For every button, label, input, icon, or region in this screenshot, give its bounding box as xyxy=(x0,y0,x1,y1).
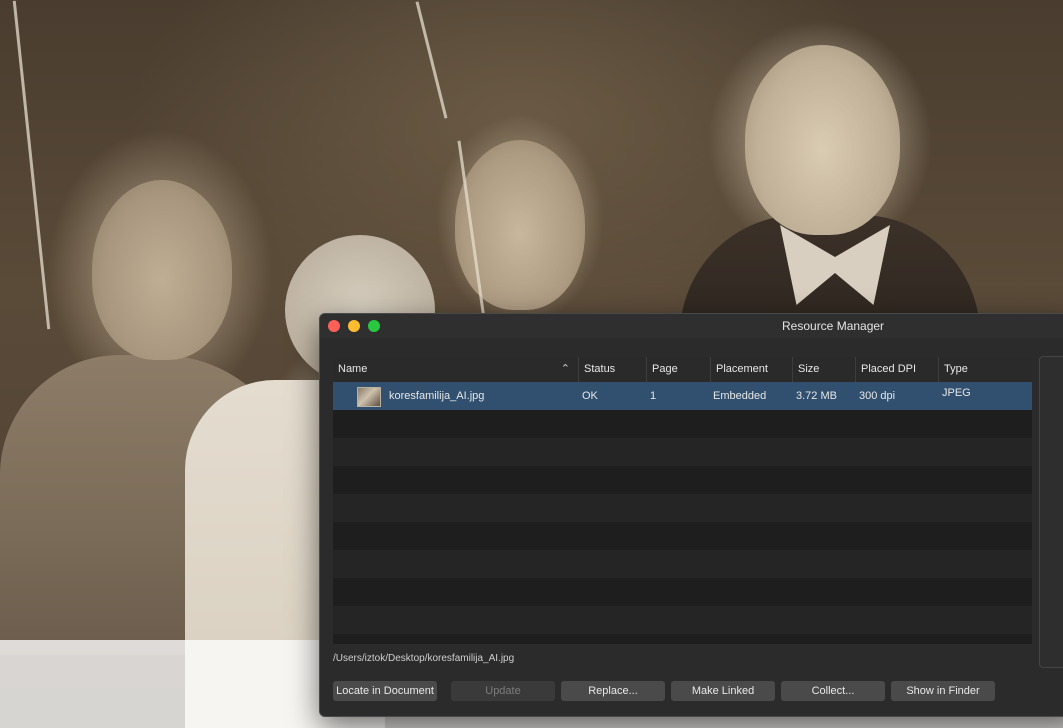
cell-type: JPEG xyxy=(942,387,971,399)
photo-figure xyxy=(92,180,232,360)
empty-row xyxy=(333,466,1032,494)
show-in-finder-button[interactable]: Show in Finder xyxy=(891,681,995,701)
column-header-placed-dpi[interactable]: Placed DPI xyxy=(855,357,938,382)
empty-row xyxy=(333,578,1032,606)
image-thumbnail xyxy=(357,387,381,407)
cell-dpi: 300 dpi xyxy=(859,390,896,402)
column-header-name[interactable]: Name ⌃ xyxy=(333,357,578,382)
window-title: Resource Manager xyxy=(782,319,885,333)
empty-row xyxy=(333,522,1032,550)
chevron-up-icon: ⌃ xyxy=(560,363,570,375)
collect-button[interactable]: Collect... xyxy=(781,681,885,701)
empty-row xyxy=(333,606,1032,634)
empty-row xyxy=(333,410,1032,438)
title-bar[interactable]: Resource Manager xyxy=(320,314,1063,338)
locate-in-document-button[interactable]: Locate in Document xyxy=(333,681,437,701)
replace-button[interactable]: Replace... xyxy=(561,681,665,701)
zoom-window-button[interactable] xyxy=(368,320,380,332)
empty-row xyxy=(333,550,1032,578)
photo-crack xyxy=(12,0,51,330)
column-header-status[interactable]: Status xyxy=(578,357,646,382)
side-panel xyxy=(1039,356,1063,668)
column-header-type[interactable]: Type xyxy=(938,357,1032,382)
cell-page: 1 xyxy=(650,390,657,402)
make-linked-button[interactable]: Make Linked xyxy=(671,681,775,701)
minimize-window-button[interactable] xyxy=(348,320,360,332)
close-window-button[interactable] xyxy=(328,320,340,332)
photo-figure xyxy=(745,45,900,235)
photo-crack xyxy=(415,1,448,119)
table-header: Name ⌃ Status Page Placement Size Placed… xyxy=(333,357,1032,383)
column-header-label: Name xyxy=(338,363,368,375)
update-button[interactable]: Update xyxy=(451,681,555,701)
resource-manager-window: Resource Manager Name ⌃ Status Page Plac… xyxy=(319,313,1063,717)
column-header-page[interactable]: Page xyxy=(646,357,710,382)
photo-figure xyxy=(455,140,585,310)
empty-row xyxy=(333,494,1032,522)
resource-table: Name ⌃ Status Page Placement Size Placed… xyxy=(333,357,1032,644)
cell-name: koresfamilija_AI.jpg xyxy=(389,390,485,402)
cell-placement: Embedded xyxy=(713,390,767,402)
column-header-placement[interactable]: Placement xyxy=(710,357,792,382)
cell-size: 3.72 MB xyxy=(796,390,837,402)
table-row[interactable]: koresfamilija_AI.jpg OK 1 Embedded 3.72 … xyxy=(333,382,1032,410)
file-path: /Users/iztok/Desktop/koresfamilija_AI.jp… xyxy=(333,653,515,664)
empty-row xyxy=(333,438,1032,466)
column-header-size[interactable]: Size xyxy=(792,357,855,382)
cell-status: OK xyxy=(582,390,598,402)
